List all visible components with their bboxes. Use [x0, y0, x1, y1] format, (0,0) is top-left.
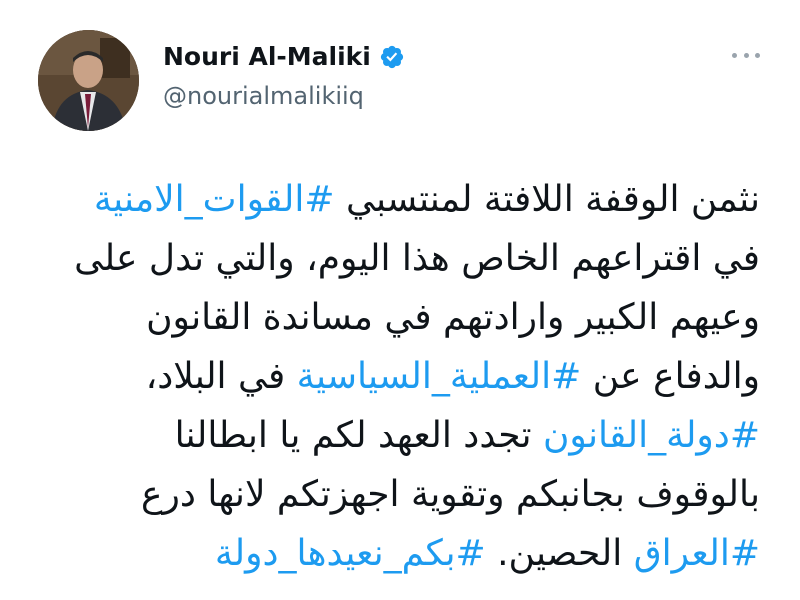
name-row: Nouri Al-Maliki	[163, 42, 405, 71]
avatar[interactable]	[38, 30, 139, 131]
tweet-line: نثمن الوقفة اللافتة لمنتسبي #القوات_الام…	[40, 170, 760, 229]
tweet-text-segment: في البلاد،	[145, 356, 297, 397]
tweet-card: Nouri Al-Maliki @nourialmalikiiq نثمن ال…	[0, 0, 800, 600]
tweet-text: نثمن الوقفة اللافتة لمنتسبي #القوات_الام…	[40, 170, 760, 583]
tweet-text-segment: نثمن الوقفة اللافتة لمنتسبي	[334, 179, 760, 220]
verified-badge-icon	[380, 45, 403, 68]
hashtag-link[interactable]: #بكم_نعيدها_دولة	[215, 533, 486, 574]
tweet-line: #العراق الحصين. #بكم_نعيدها_دولة	[40, 524, 760, 583]
hashtag-link[interactable]: #العملية_السياسية	[297, 356, 582, 397]
tweet-text-segment: وعيهم الكبير وارادتهم في مساندة القانون	[146, 297, 760, 338]
tweet-text-segment: بالوقوف بجانبكم وتقوية اجهزتكم لانها درع	[141, 474, 760, 515]
tweet-line: والدفاع عن #العملية_السياسية في البلاد،	[40, 347, 760, 406]
tweet-line: بالوقوف بجانبكم وتقوية اجهزتكم لانها درع	[40, 465, 760, 524]
tweet-text-segment: والدفاع عن	[581, 356, 760, 397]
tweet-text-segment: تجدد العهد لكم يا ابطالنا	[174, 415, 543, 456]
hashtag-link[interactable]: #دولة_القانون	[543, 415, 760, 456]
more-dot	[732, 52, 737, 58]
tweet-text-segment: الحصين.	[485, 533, 634, 574]
avatar-image	[38, 30, 139, 131]
hashtag-link[interactable]: #القوات_الامنية	[94, 179, 335, 220]
hashtag-link[interactable]: #العراق	[634, 533, 760, 574]
tweet-line: وعيهم الكبير وارادتهم في مساندة القانون	[40, 288, 760, 347]
user-handle[interactable]: @nourialmalikiiq	[163, 82, 364, 110]
tweet-text-segment: في اقتراعهم الخاص هذا اليوم، والتي تدل ع…	[74, 238, 760, 279]
display-name[interactable]: Nouri Al-Maliki	[163, 42, 371, 71]
tweet-line: #دولة_القانون تجدد العهد لكم يا ابطالنا	[40, 406, 760, 465]
more-dot	[755, 52, 760, 58]
more-options-icon[interactable]	[732, 48, 760, 62]
more-dot	[743, 52, 749, 58]
tweet-line: في اقتراعهم الخاص هذا اليوم، والتي تدل ع…	[40, 229, 760, 288]
